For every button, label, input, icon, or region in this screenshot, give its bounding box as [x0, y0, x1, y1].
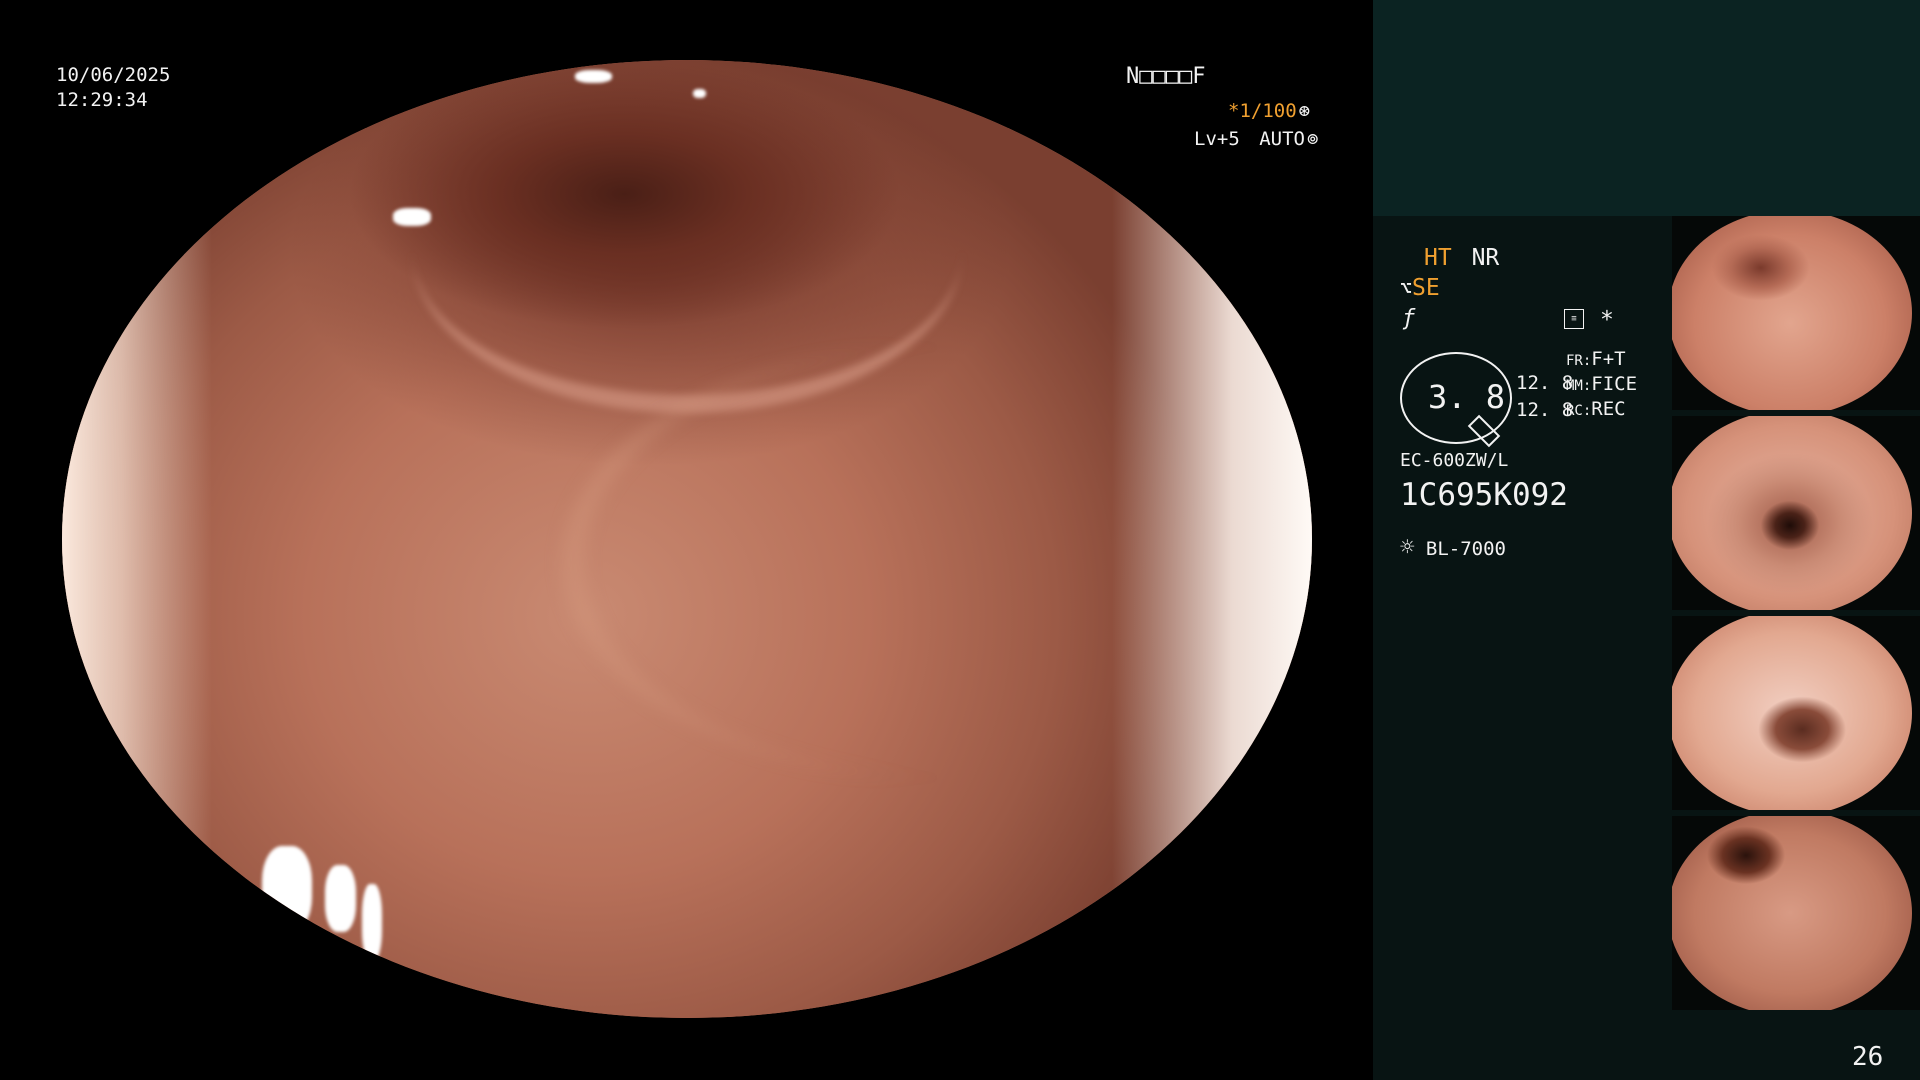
mode-value: AUTO [1259, 128, 1305, 150]
shutter-speed-value: *1/100 [1228, 100, 1297, 122]
light-reflection [262, 845, 312, 932]
function-icon: ƒ [1402, 306, 1416, 331]
zoom-value: 3. 8 [1428, 378, 1506, 416]
thumbnail-3[interactable] [1672, 616, 1920, 810]
scope-serial: 1C695K092 [1400, 477, 1568, 513]
level-value: Lv+5 [1194, 128, 1240, 150]
ht-label: HT [1424, 245, 1452, 271]
ht-nr-row: HT NR [1424, 247, 1499, 270]
light-icon: ☼ [1400, 533, 1415, 561]
thumbnail-2[interactable] [1672, 416, 1920, 610]
info-panel-header [1373, 0, 1920, 216]
light-source: BL-7000 [1425, 538, 1506, 560]
light-reflection [324, 864, 356, 932]
fr-row: FR:F+T [1566, 350, 1626, 369]
light-reflection [362, 883, 382, 961]
thumbnail-image [1672, 216, 1912, 410]
light-reflection [693, 88, 706, 99]
thumbnail-1[interactable] [1672, 216, 1920, 410]
rc-row: RC:REC [1566, 400, 1626, 419]
time-label: 12:29:34 [56, 89, 148, 111]
star-marker: * [1600, 307, 1614, 333]
thumbnail-image [1672, 816, 1912, 1010]
shutter-speed: *1/100 ⊛ [1228, 102, 1310, 121]
rc-label: RC: [1566, 403, 1592, 419]
exposure-level: Lv+5 AUTO ⊚ [1194, 130, 1318, 149]
vignette-right [1112, 60, 1312, 1018]
thumbnail-4[interactable] [1672, 816, 1920, 1010]
light-source-row: ☼ BL-7000 [1400, 535, 1506, 559]
aperture-icon: ⊛ [1298, 100, 1311, 122]
se-row: ⌥SE [1400, 277, 1440, 300]
light-reflection [574, 69, 612, 83]
param-value-1: 12. 8 [1516, 372, 1574, 394]
mm-label: MM: [1566, 378, 1592, 394]
vignette-left [62, 60, 212, 1018]
param-value-2: 12. 8 [1516, 399, 1574, 421]
filter-icon: ⌥ [1400, 276, 1413, 300]
patient-code: N□□□□F [1126, 64, 1206, 89]
fr-label: FR: [1566, 353, 1592, 369]
memo-icon: ≡ [1564, 309, 1584, 329]
thumbnail-image [1672, 616, 1912, 810]
thumbnail-image [1672, 416, 1912, 610]
endoscope-live-view [62, 60, 1312, 1018]
mm-row: MM:FICE [1566, 375, 1637, 394]
iris-icon: ⊚ [1306, 128, 1319, 150]
light-reflection [393, 208, 431, 226]
scope-model: EC-600ZW/L [1400, 450, 1509, 471]
mm-value: FICE [1591, 373, 1638, 395]
date-label: 10/06/2025 [56, 64, 171, 86]
nr-label: NR [1471, 245, 1500, 271]
image-count: 26 [1852, 1042, 1884, 1072]
fr-value: F+T [1591, 348, 1626, 370]
rc-value: REC [1591, 398, 1626, 420]
se-label: SE [1412, 275, 1440, 301]
